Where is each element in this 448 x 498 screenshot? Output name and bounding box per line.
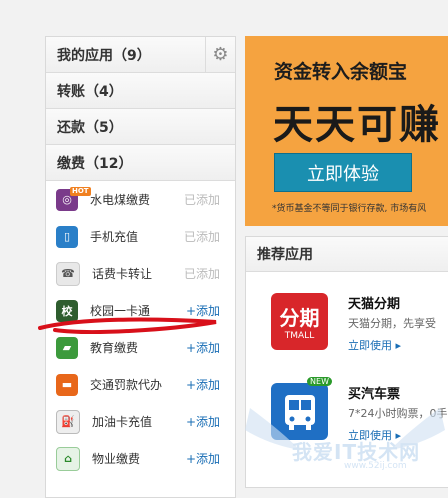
repay-header[interactable]: 还款 （5） bbox=[46, 109, 235, 145]
added-label: 已添加 bbox=[183, 267, 220, 281]
add-button[interactable]: +添加 bbox=[186, 413, 220, 430]
list-item[interactable]: ▬ 交通罚款代办 +添加 bbox=[46, 366, 235, 403]
banner-disclaimer: *货币基金不等同于银行存款, 市场有风 bbox=[272, 204, 427, 214]
add-button[interactable]: +添加 bbox=[186, 376, 220, 393]
item-name: 话费卡转让 bbox=[92, 267, 153, 281]
banner-line1: 资金转入余额宝 bbox=[274, 61, 408, 83]
bus-icon bbox=[284, 394, 315, 430]
banner-line2: 天天可赚 bbox=[273, 102, 441, 148]
item-name: 物业缴费 bbox=[92, 452, 141, 466]
gear-icon[interactable]: ⚙ bbox=[205, 37, 235, 72]
my-apps-panel: 我的应用 （9） ⚙ 转账 （4） 还款 （5） 缴费 （12） ◎ HOT 水电煤缴费 … bbox=[45, 36, 236, 498]
list-item[interactable]: 校 校园一卡通 +添加 bbox=[46, 292, 235, 329]
pay-label: 缴费 bbox=[57, 155, 85, 172]
fuel-pump-icon: ⛽ bbox=[56, 409, 80, 434]
list-item[interactable]: ▯ 手机充值 已添加 bbox=[46, 218, 235, 255]
pay-count: （12） bbox=[85, 155, 133, 172]
list-item[interactable]: ⛽ 加油卡充值 +添加 bbox=[46, 403, 235, 440]
app-description: 天猫分期，先享受 bbox=[348, 317, 436, 330]
phone-card-icon: ☎ bbox=[56, 261, 80, 286]
list-item[interactable]: ◎ HOT 水电煤缴费 已添加 bbox=[46, 181, 235, 218]
transfer-label: 转账 bbox=[57, 83, 85, 100]
add-button[interactable]: +添加 bbox=[186, 450, 220, 467]
icon-subtext: TMALL bbox=[284, 331, 315, 341]
app-description: 7*24小时购票，0手 bbox=[348, 407, 448, 420]
transfer-header[interactable]: 转账 （4） bbox=[46, 73, 235, 109]
item-name: 交通罚款代办 bbox=[90, 378, 163, 392]
recommended-apps-panel: 推荐应用 分期 TMALL 天猫分期 天猫分期，先享受 立即使用 ▸ NEW 买… bbox=[245, 236, 448, 488]
item-name: 水电煤缴费 bbox=[90, 193, 151, 207]
use-now-link[interactable]: 立即使用 ▸ bbox=[348, 337, 401, 353]
phone-icon: ▯ bbox=[56, 225, 78, 248]
app-title: 天猫分期 bbox=[348, 297, 401, 312]
app-title: 买汽车票 bbox=[348, 387, 401, 402]
added-label: 已添加 bbox=[183, 230, 220, 244]
pay-header[interactable]: 缴费 （12） bbox=[46, 145, 235, 181]
recommended-header: 推荐应用 bbox=[246, 237, 448, 272]
item-name: 校园一卡通 bbox=[90, 304, 151, 318]
list-item[interactable]: ⌂ 物业缴费 +添加 bbox=[46, 440, 235, 477]
car-icon: ▬ bbox=[56, 373, 78, 396]
repay-count: （5） bbox=[85, 119, 123, 136]
item-name: 教育缴费 bbox=[90, 341, 139, 355]
hot-badge: HOT bbox=[70, 186, 91, 196]
list-item[interactable]: ☎ 话费卡转让 已添加 bbox=[46, 255, 235, 292]
tmall-installment-icon: 分期 TMALL bbox=[271, 293, 328, 350]
my-apps-header[interactable]: 我的应用 （9） ⚙ bbox=[46, 37, 235, 73]
icon-text: 分期 bbox=[279, 306, 320, 330]
add-button[interactable]: +添加 bbox=[186, 302, 220, 319]
yuebao-banner[interactable]: 资金转入余额宝 天天可赚 立即体验 *货币基金不等同于银行存款, 市场有风 bbox=[245, 36, 448, 226]
my-apps-label: 我的应用 bbox=[57, 47, 113, 64]
campus-card-icon: 校 bbox=[56, 299, 78, 322]
graduation-cap-icon: ▰ bbox=[56, 336, 78, 359]
item-name: 加油卡充值 bbox=[92, 415, 153, 429]
my-apps-count: （9） bbox=[113, 47, 151, 64]
item-name: 手机充值 bbox=[90, 230, 139, 244]
utility-icon: ◎ HOT bbox=[56, 186, 91, 211]
use-now-link[interactable]: 立即使用 ▸ bbox=[348, 427, 401, 443]
try-now-button[interactable]: 立即体验 bbox=[274, 153, 412, 192]
add-button[interactable]: +添加 bbox=[186, 339, 220, 356]
added-label: 已添加 bbox=[183, 193, 220, 207]
list-item[interactable]: ▰ 教育缴费 +添加 bbox=[46, 329, 235, 366]
repay-label: 还款 bbox=[57, 119, 85, 136]
house-icon: ⌂ bbox=[56, 446, 80, 471]
transfer-count: （4） bbox=[85, 83, 123, 100]
new-badge: NEW bbox=[307, 377, 332, 386]
bus-ticket-icon: NEW bbox=[271, 377, 332, 440]
